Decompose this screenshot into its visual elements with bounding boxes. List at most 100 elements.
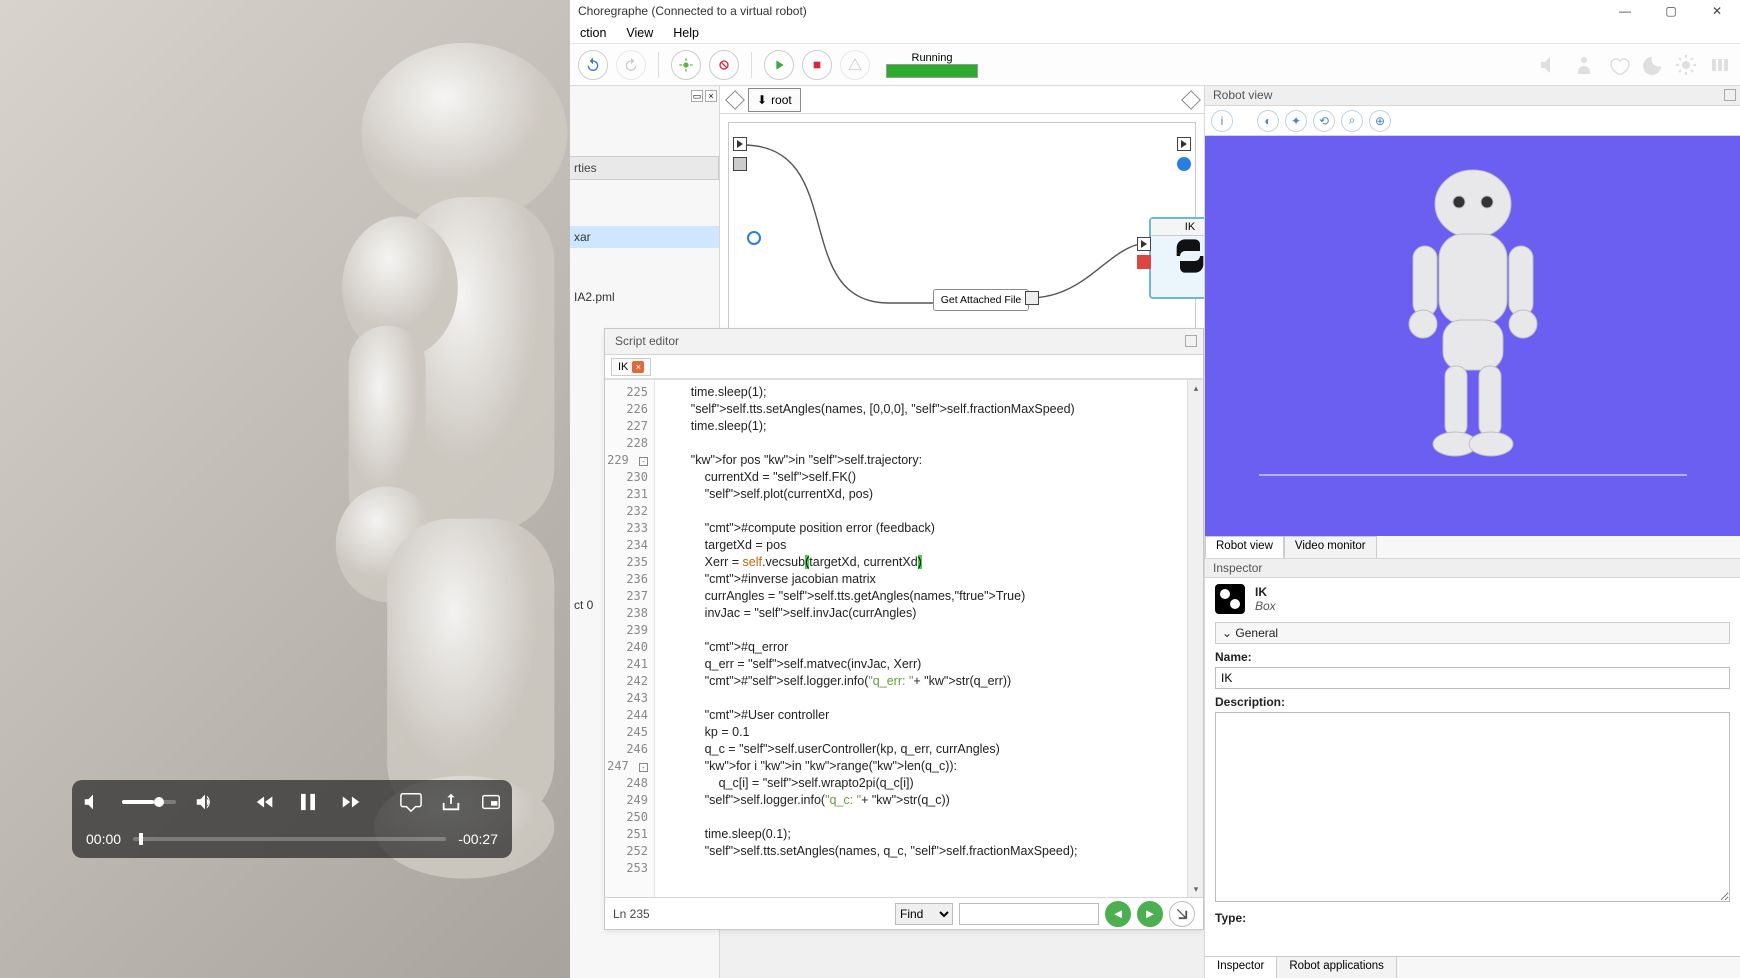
menu-item[interactable]: ction (572, 24, 614, 42)
robot-3d-viewport[interactable] (1205, 136, 1740, 536)
pause-icon[interactable] (294, 788, 322, 816)
window-minimize-button[interactable]: — (1602, 0, 1648, 22)
video-time-remaining: -00:27 (458, 831, 498, 847)
life-icon[interactable] (1606, 53, 1630, 77)
robot-view-tabs: Robot view Video monitor (1205, 536, 1740, 558)
inspector-desc-input[interactable] (1215, 712, 1730, 902)
volume-icon[interactable] (1538, 53, 1562, 77)
project-item[interactable]: IA2.pml (570, 286, 719, 308)
box-python-icon (1215, 584, 1245, 614)
rv-tool-icon[interactable]: ⊕ (1369, 110, 1391, 132)
find-mode-select[interactable]: Find (895, 903, 953, 925)
stiffness-icon[interactable] (1572, 53, 1596, 77)
wake-icon[interactable] (1674, 53, 1698, 77)
script-editor-title: Script editor (605, 329, 1203, 355)
cursor-line-indicator: Ln 235 (613, 907, 650, 921)
settings-icon[interactable] (1708, 53, 1732, 77)
tab-robot-view[interactable]: Robot view (1205, 536, 1284, 558)
flow-port[interactable] (1137, 237, 1151, 251)
fast-forward-icon[interactable] (340, 791, 362, 813)
flow-port[interactable] (747, 231, 761, 245)
main-toolbar: Running (570, 44, 1740, 86)
run-status: Running (886, 52, 978, 78)
rv-tool-icon[interactable]: ⟲ (1313, 110, 1335, 132)
panel-close-button[interactable]: × (705, 90, 717, 102)
flow-onstart-port[interactable] (733, 137, 747, 151)
find-next-button[interactable]: ► (1137, 901, 1163, 927)
tab-robot-applications[interactable]: Robot applications (1277, 957, 1397, 978)
panel-undock-button[interactable] (1185, 335, 1197, 347)
code-editor[interactable]: time.sleep(1); "self">self.tts.setAngles… (655, 380, 1203, 897)
robot-view-toolbar: i ◐ ✦ ⟲ ⌕ ⊕ (1205, 106, 1740, 136)
robot-view-header: Robot view (1205, 86, 1740, 106)
menu-item[interactable]: View (618, 24, 661, 42)
robot-view-panel: Robot view i ◐ ✦ ⟲ ⌕ ⊕ Robot view (1204, 86, 1740, 978)
rest-icon[interactable] (1640, 53, 1664, 77)
video-time-current: 00:00 (86, 831, 121, 847)
camera-feed: 00:00 -00:27 (0, 0, 570, 978)
inspector-header: Inspector (1205, 558, 1740, 578)
connect-button[interactable] (671, 50, 701, 80)
script-status-bar: Ln 235 Find ◄ ► (605, 897, 1203, 929)
rv-tool-icon[interactable]: ◐ (1257, 110, 1279, 132)
stop-button[interactable] (802, 50, 832, 80)
close-tab-icon[interactable]: × (632, 361, 644, 373)
virtual-robot-icon (1373, 160, 1573, 480)
disconnect-button[interactable] (709, 50, 739, 80)
project-item[interactable]: xar (570, 226, 719, 248)
breadcrumb-start-icon[interactable] (725, 90, 745, 110)
window-titlebar: Choregraphe (Connected to a virtual robo… (570, 0, 1740, 22)
inspector-section-general[interactable]: General (1215, 622, 1730, 644)
window-title: Choregraphe (Connected to a virtual robo… (578, 4, 807, 18)
panel-undock-button[interactable]: ▭ (691, 90, 703, 102)
inspector-name-label: Name: (1215, 650, 1730, 664)
flow-breadcrumb: ⬇root (720, 86, 1204, 114)
inspector-name-input[interactable] (1215, 667, 1730, 689)
flow-node-get-attached-file[interactable]: Get Attached File (933, 289, 1029, 311)
inspector-box-type: Box (1255, 599, 1276, 613)
pip-icon[interactable] (480, 791, 502, 813)
share-icon[interactable] (440, 791, 462, 813)
breadcrumb-end-icon[interactable] (1181, 90, 1201, 110)
info-icon[interactable]: i (1211, 110, 1233, 132)
volume-high-icon[interactable] (194, 791, 216, 813)
window-maximize-button[interactable]: ▢ (1648, 0, 1694, 22)
flow-port[interactable] (1177, 157, 1191, 171)
run-status-label: Running (912, 52, 953, 64)
tab-video-monitor[interactable]: Video monitor (1284, 536, 1377, 558)
flow-port[interactable] (1025, 291, 1039, 305)
script-editor-panel: Script editor IK× 225 226 227 228 229 - … (604, 328, 1204, 930)
floor-grid-line (1259, 474, 1687, 476)
find-settings-button[interactable] (1169, 901, 1195, 927)
inspector-type-label: Type: (1215, 911, 1730, 925)
play-button[interactable] (764, 50, 794, 80)
properties-button[interactable]: rties (570, 156, 719, 180)
tab-inspector[interactable]: Inspector (1205, 957, 1277, 978)
menu-bar: ction View Help (570, 22, 1740, 44)
window-close-button[interactable]: ✕ (1694, 0, 1740, 22)
video-player-controls: 00:00 -00:27 (72, 780, 512, 858)
run-progress-bar (886, 64, 978, 78)
inspector-body: IK Box General Name: Description: Type: (1205, 578, 1740, 956)
scrollbar-vertical[interactable]: ▴▾ (1187, 380, 1203, 897)
panel-undock-button[interactable] (1724, 89, 1736, 101)
volume-low-icon[interactable] (82, 791, 104, 813)
find-prev-button[interactable]: ◄ (1105, 901, 1131, 927)
breadcrumb-root[interactable]: ⬇root (748, 88, 801, 112)
flow-port[interactable] (733, 157, 747, 171)
menu-item[interactable]: Help (665, 24, 707, 42)
volume-slider[interactable] (122, 800, 176, 804)
find-input[interactable] (959, 903, 1099, 925)
debug-button[interactable] (840, 50, 870, 80)
flow-onstopped-port[interactable] (1177, 137, 1191, 151)
rewind-icon[interactable] (254, 791, 276, 813)
redo-button[interactable] (616, 50, 646, 80)
airplay-icon[interactable] (400, 791, 422, 813)
undo-button[interactable] (578, 50, 608, 80)
rv-tool-icon[interactable]: ✦ (1285, 110, 1307, 132)
video-seek-bar[interactable] (133, 837, 446, 841)
script-tab[interactable]: IK× (611, 358, 651, 376)
rv-tool-icon[interactable]: ⌕ (1341, 110, 1363, 132)
inspector-box-name: IK (1255, 585, 1276, 599)
flow-port[interactable] (1137, 255, 1151, 269)
